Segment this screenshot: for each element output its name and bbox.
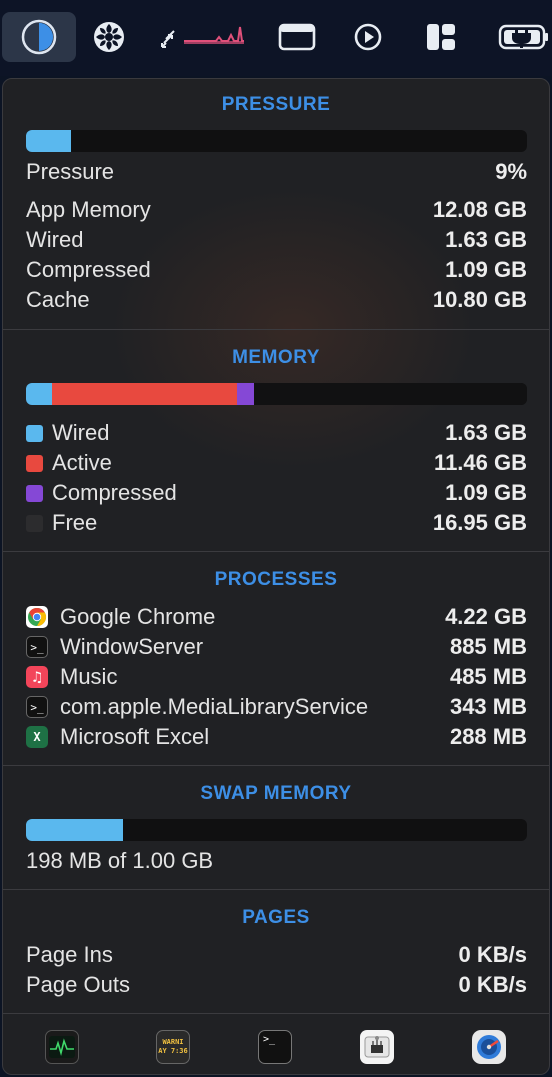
memory-active-value: 11.46 GB <box>434 450 527 475</box>
system-information-icon[interactable] <box>360 1030 394 1064</box>
process-memory: 288 MB <box>449 724 527 749</box>
compressed-label: Compressed <box>26 257 151 282</box>
pressure-label: Pressure <box>26 159 115 184</box>
compressed-value: 1.09 GB <box>445 257 527 282</box>
memory-free-value: 16.95 GB <box>432 510 527 535</box>
pressure-section: PRESSURE Pressure 9% App Memory 12.08 GB… <box>3 79 549 329</box>
pressure-bar <box>26 130 527 152</box>
excel-icon: X <box>26 726 48 748</box>
wired-label: Wired <box>26 227 84 252</box>
console-icon-line1: WARNI <box>162 1038 184 1046</box>
memory-compressed-row: Compressed 1.09 GB <box>26 478 527 508</box>
page-outs-row: Page Outs 0 KB/s <box>26 970 527 1000</box>
process-memory: 885 MB <box>449 634 527 659</box>
processes-section: PROCESSES Google Chrome 4.22 GB >_ Windo… <box>3 551 549 765</box>
swap-bar-fill <box>26 819 123 841</box>
console-icon-line2: AY 7:36 <box>158 1047 188 1055</box>
music-icon: ♫ <box>26 666 48 688</box>
memory-usage-bar <box>26 383 527 405</box>
swap-summary-row: 198 MB of 1.00 GB <box>26 846 527 876</box>
process-memory: 485 MB <box>449 664 527 689</box>
fan-icon[interactable] <box>88 12 130 62</box>
pressure-title: PRESSURE <box>221 94 331 115</box>
process-memory: 343 MB <box>449 694 527 719</box>
pressure-row: Pressure 9% <box>26 157 527 187</box>
battery-charging-icon[interactable] <box>496 12 552 62</box>
wired-row: Wired 1.63 GB <box>26 225 527 255</box>
process-name: WindowServer <box>60 634 204 659</box>
network-sparkline-icon[interactable] <box>156 12 246 62</box>
process-name: com.apple.MediaLibraryService <box>60 694 369 719</box>
window-icon[interactable] <box>276 12 318 62</box>
terminal-icon[interactable]: >_ <box>258 1030 292 1064</box>
page-ins-row: Page Ins 0 KB/s <box>26 940 527 970</box>
process-name: Music <box>60 664 118 689</box>
pressure-bar-fill <box>26 130 72 152</box>
memory-wired-value: 1.63 GB <box>445 420 527 445</box>
processes-title: PROCESSES <box>214 569 338 590</box>
memory-segment-wired <box>26 383 53 405</box>
disk-utility-icon[interactable] <box>472 1030 506 1064</box>
page-outs-value: 0 KB/s <box>458 972 527 997</box>
app-memory-row: App Memory 12.08 GB <box>26 195 527 225</box>
page-outs-label: Page Outs <box>26 972 130 997</box>
process-name: Google Chrome <box>60 604 216 629</box>
memory-segment-free <box>254 383 527 405</box>
play-icon[interactable] <box>350 12 386 62</box>
process-name: Microsoft Excel <box>60 724 210 749</box>
cache-label: Cache <box>26 287 90 312</box>
page-ins-label: Page Ins <box>26 942 113 967</box>
pressure-value: 9% <box>495 159 527 184</box>
active-swatch <box>26 454 43 472</box>
memory-segment-active <box>52 383 237 405</box>
process-row[interactable]: Google Chrome 4.22 GB <box>26 602 527 632</box>
process-row[interactable]: X Microsoft Excel 288 MB <box>26 722 527 752</box>
layout-icon[interactable] <box>422 12 460 62</box>
console-icon[interactable]: WARNI AY 7:36 <box>156 1030 190 1064</box>
process-row[interactable]: ♫ Music 485 MB <box>26 662 527 692</box>
memory-popover: PRESSURE Pressure 9% App Memory 12.08 GB… <box>2 78 550 1075</box>
memory-title: MEMORY <box>232 347 320 368</box>
swap-summary: 198 MB of 1.00 GB <box>26 848 214 873</box>
compressed-row: Compressed 1.09 GB <box>26 255 527 285</box>
app-memory-label: App Memory <box>26 197 151 222</box>
memory-segment-compressed <box>236 383 255 405</box>
menu-bar <box>0 0 552 76</box>
swap-title: SWAP MEMORY <box>200 783 352 804</box>
pages-section: PAGES Page Ins 0 KB/s Page Outs 0 KB/s <box>3 889 549 1013</box>
memory-pie-icon[interactable] <box>2 12 76 62</box>
memory-wired-row: Wired 1.63 GB <box>26 418 527 448</box>
memory-compressed-value: 1.09 GB <box>445 480 527 505</box>
memory-free-label: Free <box>52 510 98 535</box>
cache-value: 10.80 GB <box>432 287 527 312</box>
wired-swatch <box>26 424 43 442</box>
process-row[interactable]: >_ com.apple.MediaLibraryService 343 MB <box>26 692 527 722</box>
memory-wired-label: Wired <box>52 420 110 445</box>
swap-bar <box>26 819 527 841</box>
pages-title: PAGES <box>242 907 310 928</box>
wired-value: 1.63 GB <box>445 227 527 252</box>
terminal-exec-icon: >_ <box>26 636 48 658</box>
swap-section: SWAP MEMORY 198 MB of 1.00 GB <box>3 765 549 889</box>
memory-active-row: Active 11.46 GB <box>26 448 527 478</box>
process-row[interactable]: >_ WindowServer 885 MB <box>26 632 527 662</box>
chrome-icon <box>26 606 48 628</box>
page-ins-value: 0 KB/s <box>458 942 527 967</box>
compressed-swatch <box>26 484 43 502</box>
process-memory: 4.22 GB <box>445 604 527 629</box>
app-shortcuts-bar: WARNI AY 7:36 >_ <box>3 1013 549 1074</box>
memory-free-row: Free 16.95 GB <box>26 508 527 538</box>
activity-monitor-icon[interactable] <box>45 1030 79 1064</box>
memory-section: MEMORY Wired 1.63 GB Active 11.46 GB Com… <box>3 329 549 551</box>
free-swatch <box>26 514 43 532</box>
memory-compressed-label: Compressed <box>52 480 177 505</box>
cache-row: Cache 10.80 GB <box>26 285 527 315</box>
terminal-exec-icon: >_ <box>26 696 48 718</box>
app-memory-value: 12.08 GB <box>432 197 527 222</box>
memory-active-label: Active <box>52 450 112 475</box>
